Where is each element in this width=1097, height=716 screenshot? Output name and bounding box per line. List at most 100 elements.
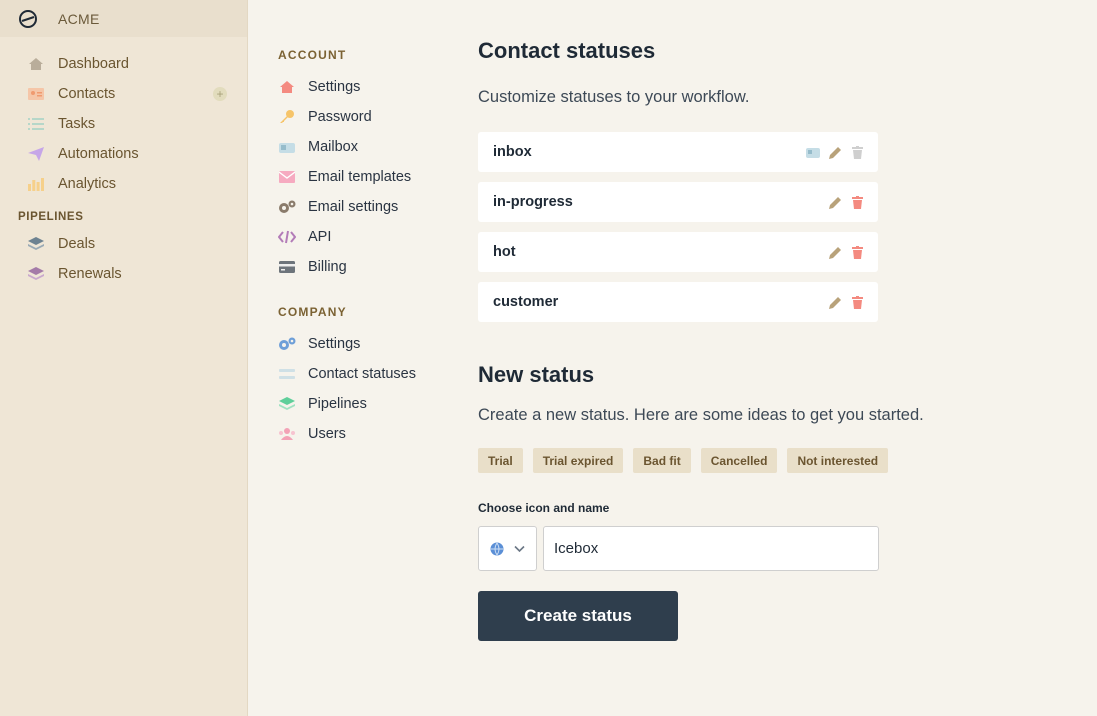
globe-icon <box>490 542 504 555</box>
layers-icon <box>28 266 44 282</box>
pipelines-nav: Deals Renewals <box>0 229 247 289</box>
idea-chip[interactable]: Cancelled <box>700 448 778 473</box>
sidebar-item-label: Deals <box>58 236 96 252</box>
sidebar-item-tasks[interactable]: Tasks <box>0 109 247 139</box>
paper-plane-icon <box>28 146 44 162</box>
chevron-down-icon <box>514 545 525 552</box>
mailbox-icon <box>278 139 296 155</box>
mailbox-icon <box>806 145 820 159</box>
status-row-in-progress: in-progress <box>478 182 878 222</box>
settings-item-label: Settings <box>308 79 361 95</box>
idea-chip[interactable]: Trial expired <box>532 448 624 473</box>
users-icon <box>278 426 296 442</box>
settings-nav: ACCOUNT Settings Password Mailbox Email … <box>278 48 458 449</box>
settings-item-label: Email templates <box>308 169 412 185</box>
status-row-inbox: inbox <box>478 132 878 172</box>
edit-icon[interactable] <box>828 195 842 209</box>
code-icon <box>278 229 296 245</box>
settings-item-label: Mailbox <box>308 139 358 155</box>
settings-item-company-settings[interactable]: Settings <box>278 329 458 359</box>
sidebar-item-automations[interactable]: Automations <box>0 139 247 169</box>
settings-item-label: Email settings <box>308 199 399 215</box>
delete-icon[interactable] <box>850 145 864 159</box>
sidebar-item-label: Dashboard <box>58 56 129 72</box>
create-status-button[interactable]: Create status <box>478 591 678 641</box>
icon-name-row <box>478 526 1038 571</box>
home-icon <box>28 56 44 72</box>
edit-icon[interactable] <box>828 295 842 309</box>
layers-icon <box>278 396 296 412</box>
settings-item-account-settings[interactable]: Settings <box>278 72 458 102</box>
sidebar-item-label: Tasks <box>58 116 96 132</box>
credit-card-icon <box>278 259 296 275</box>
logo-icon <box>19 9 37 28</box>
settings-item-label: Users <box>308 426 346 442</box>
settings-item-label: Settings <box>308 336 361 352</box>
status-row-hot: hot <box>478 232 878 272</box>
settings-item-password[interactable]: Password <box>278 102 458 132</box>
settings-item-email-templates[interactable]: Email templates <box>278 162 458 192</box>
status-name: hot <box>493 244 516 260</box>
idea-chip[interactable]: Bad fit <box>633 448 691 473</box>
edit-icon[interactable] <box>828 245 842 259</box>
sidebar-item-label: Renewals <box>58 266 122 282</box>
status-name: customer <box>493 294 559 310</box>
main-nav: Dashboard Contacts + Tasks Automations A… <box>0 49 247 199</box>
idea-chip[interactable]: Not interested <box>787 448 889 473</box>
sidebar-item-label: Contacts <box>58 86 116 102</box>
layers-icon <box>28 236 44 252</box>
delete-icon[interactable] <box>850 295 864 309</box>
envelope-icon <box>278 169 296 185</box>
delete-icon[interactable] <box>850 245 864 259</box>
sidebar-item-analytics[interactable]: Analytics <box>0 169 247 199</box>
page-subtitle: Customize statuses to your workflow. <box>478 88 750 106</box>
account-heading: ACCOUNT <box>278 48 347 62</box>
sidebar-item-dashboard[interactable]: Dashboard <box>0 49 247 79</box>
sidebar-item-label: Automations <box>58 146 139 162</box>
sidebar-item-label: Analytics <box>58 176 117 192</box>
main-content: Contact statuses Customize statuses to y… <box>478 38 1038 641</box>
home-icon <box>278 79 296 95</box>
sidebar-item-contacts[interactable]: Contacts + <box>0 79 247 109</box>
contact-card-icon <box>28 86 44 102</box>
idea-chip[interactable]: Trial <box>478 448 523 473</box>
settings-item-label: API <box>308 229 332 245</box>
settings-item-billing[interactable]: Billing <box>278 252 458 282</box>
key-icon <box>278 109 296 125</box>
sidebar-item-renewals[interactable]: Renewals <box>0 259 247 289</box>
settings-item-pipelines[interactable]: Pipelines <box>278 389 458 419</box>
icon-name-label: Choose icon and name <box>478 501 610 515</box>
icon-select[interactable] <box>478 526 537 571</box>
settings-item-mailbox[interactable]: Mailbox <box>278 132 458 162</box>
edit-icon[interactable] <box>828 145 842 159</box>
settings-item-api[interactable]: API <box>278 222 458 252</box>
status-list: inbox in-progress hot customer <box>478 132 1038 322</box>
status-name: in-progress <box>493 194 573 210</box>
settings-item-label: Password <box>308 109 372 125</box>
new-status-title: New status <box>478 362 595 387</box>
settings-item-label: Contact statuses <box>308 366 416 382</box>
gears-icon <box>278 199 296 215</box>
bar-chart-icon <box>28 176 44 192</box>
brand-name: ACME <box>58 10 100 27</box>
app-sidebar: ACME Dashboard Contacts + Tasks Automati… <box>0 0 248 716</box>
new-status-subtitle: Create a new status. Here are some ideas… <box>478 406 924 424</box>
status-ideas: Trial Trial expired Bad fit Cancelled No… <box>478 448 1038 473</box>
brand-bar[interactable]: ACME <box>0 0 247 37</box>
settings-item-users[interactable]: Users <box>278 419 458 449</box>
add-contact-icon[interactable]: + <box>213 87 227 101</box>
grip-lines-icon <box>278 366 296 382</box>
page-title: Contact statuses <box>478 38 656 63</box>
settings-item-label: Pipelines <box>308 396 367 412</box>
status-name: inbox <box>493 144 532 160</box>
settings-item-email-settings[interactable]: Email settings <box>278 192 458 222</box>
pipelines-heading: PIPELINES <box>18 211 84 223</box>
delete-icon[interactable] <box>850 195 864 209</box>
list-icon <box>28 116 44 132</box>
gears-icon <box>278 336 296 352</box>
status-name-input[interactable] <box>543 526 879 571</box>
status-row-customer: customer <box>478 282 878 322</box>
company-heading: COMPANY <box>278 305 347 319</box>
sidebar-item-deals[interactable]: Deals <box>0 229 247 259</box>
settings-item-contact-statuses[interactable]: Contact statuses <box>278 359 458 389</box>
